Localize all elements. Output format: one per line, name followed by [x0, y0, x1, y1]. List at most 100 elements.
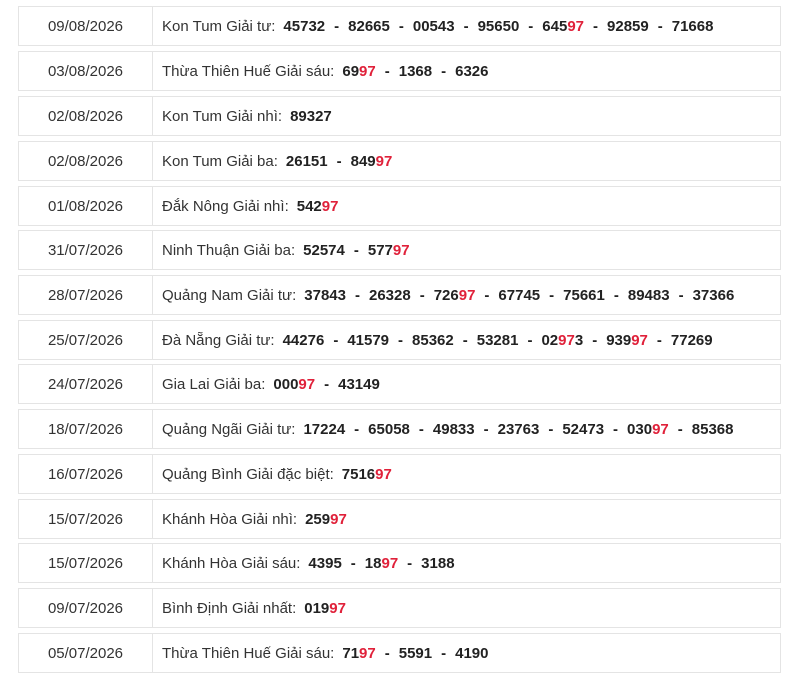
prize-label: Bình Định Giải nhất:	[162, 599, 297, 617]
draw-date: 09/08/2026	[18, 6, 153, 46]
draw-date: 01/08/2026	[18, 186, 153, 226]
number-separator: -	[354, 286, 360, 304]
prize-result: Quảng Bình Giải đặc biệt: 751697	[153, 454, 781, 494]
number-separator: -	[398, 331, 404, 349]
winning-number: 6326	[455, 63, 488, 80]
number-digits: 82665	[348, 17, 390, 35]
winning-number: 26151	[286, 153, 328, 170]
number-digits: 4190	[455, 644, 489, 662]
number-digits: 95650	[477, 17, 520, 35]
winning-number: 37366	[693, 287, 735, 304]
highlighted-digits: 97	[329, 599, 346, 617]
number-digits: 542	[296, 197, 322, 215]
draw-date: 05/07/2026	[18, 633, 153, 673]
number-digits: 030	[627, 420, 653, 438]
result-row: 24/07/2026 Gia Lai Giải ba: 00097-43149	[18, 364, 781, 404]
result-row: 09/07/2026 Bình Định Giải nhất: 01997	[18, 588, 781, 628]
highlighted-digits: 97	[558, 331, 575, 349]
number-digits: 6326	[455, 62, 489, 80]
number-digits: 53281	[476, 331, 519, 349]
result-row: 02/08/2026 Kon Tum Giải nhì: 89327	[18, 96, 781, 136]
prize-result: Đắk Nông Giải nhì: 54297	[153, 186, 781, 226]
number-digits: 71668	[671, 17, 714, 35]
result-row: 31/07/2026 Ninh Thuận Giải ba: 52574-57797	[18, 230, 781, 270]
number-digits: 939	[606, 331, 632, 349]
winning-number: 67745	[498, 287, 540, 304]
number-digits: 75661	[563, 286, 605, 304]
prize-result: Quảng Nam Giải tư: 37843-26328-72697-6774…	[153, 275, 781, 315]
number-digits: 77269	[670, 331, 713, 349]
highlighted-digits: 97	[321, 197, 339, 215]
number-separator: -	[384, 62, 390, 80]
result-row: 16/07/2026 Quảng Bình Giải đặc biệt: 75169…	[18, 454, 781, 494]
winning-number: 89327	[290, 108, 332, 125]
number-digits: 92859	[607, 17, 649, 35]
number-digits: 67745	[498, 286, 541, 304]
prize-result: Ninh Thuận Giải ba: 52574-57797	[153, 230, 781, 270]
number-digits: 3188	[421, 554, 455, 572]
number-separator: -	[354, 420, 360, 438]
winning-number: 1897	[365, 555, 398, 572]
winning-number: 1368	[399, 63, 432, 80]
winning-number: 4190	[455, 645, 488, 662]
winning-number: 25997	[305, 511, 347, 528]
highlighted-digits: 97	[375, 152, 393, 170]
number-digits: 85362	[412, 331, 454, 349]
number-digits: 26328	[368, 286, 411, 304]
number-separator: -	[441, 62, 447, 80]
winning-number: 85362	[412, 332, 454, 349]
prize-label: Kon Tum Giải tư:	[162, 17, 276, 35]
prize-result: Quảng Ngãi Giải tư: 17224-65058-49833-237…	[153, 409, 781, 449]
prize-label: Thừa Thiên Huế Giải sáu:	[162, 644, 335, 662]
prize-result: Khánh Hòa Giải sáu: 4395-1897-3188	[153, 543, 781, 583]
number-digits: 43149	[338, 375, 380, 393]
draw-date: 15/07/2026	[18, 543, 153, 583]
number-separator: -	[419, 286, 425, 304]
winning-number: 01997	[304, 600, 346, 617]
winning-number: 17224	[303, 421, 345, 438]
number-separator: -	[353, 241, 359, 259]
winning-number: 93997	[606, 332, 648, 349]
winning-number: 52574	[303, 242, 345, 259]
prize-result: Kon Tum Giải ba: 26151-84997	[153, 141, 781, 181]
prize-label: Quảng Nam Giải tư:	[162, 286, 297, 304]
number-separator: -	[350, 554, 356, 572]
winning-number: 57797	[368, 242, 410, 259]
number-digits: 37366	[692, 286, 735, 304]
number-separator: -	[384, 644, 390, 662]
result-row: 18/07/2026 Quảng Ngãi Giải tư: 17224-65058…	[18, 409, 781, 449]
number-digits: 41579	[347, 331, 390, 349]
winning-number: 82665	[348, 18, 390, 35]
number-separator: -	[528, 17, 534, 35]
winning-number: 26328	[369, 287, 411, 304]
prize-label: Khánh Hòa Giải nhì:	[162, 510, 298, 528]
number-separator: -	[678, 286, 684, 304]
number-digits: 4395	[308, 554, 342, 572]
draw-date: 28/07/2026	[18, 275, 153, 315]
winning-number: 92859	[607, 18, 649, 35]
number-digits: 577	[367, 241, 393, 259]
winning-number: 49833	[433, 421, 475, 438]
winning-number: 02973	[541, 332, 583, 349]
winning-number: 44276	[283, 332, 325, 349]
prize-label: Đà Nẵng Giải tư:	[162, 331, 275, 349]
draw-date: 31/07/2026	[18, 230, 153, 270]
number-separator: -	[324, 375, 330, 393]
number-separator: -	[677, 420, 683, 438]
number-separator: -	[333, 331, 339, 349]
result-row: 09/08/2026 Kon Tum Giải tư: 45732-82665-00…	[18, 6, 781, 46]
number-separator: -	[484, 286, 490, 304]
highlighted-digits: 97	[381, 554, 399, 572]
number-digits: 26151	[285, 152, 328, 170]
number-separator: -	[593, 17, 599, 35]
number-digits: 7516	[341, 465, 376, 483]
result-row: 25/07/2026 Đà Nẵng Giải tư: 44276-41579-85…	[18, 320, 781, 360]
highlighted-digits: 97	[392, 241, 410, 259]
highlighted-digits: 97	[330, 510, 347, 528]
number-separator: -	[548, 420, 554, 438]
number-separator: -	[592, 331, 598, 349]
result-row: 15/07/2026 Khánh Hòa Giải sáu: 4395-1897-3…	[18, 543, 781, 583]
winning-number: 4395	[308, 555, 341, 572]
prize-result: Thừa Thiên Huế Giải sáu: 7197-5591-4190	[153, 633, 781, 673]
number-digits: 52574	[303, 241, 345, 259]
